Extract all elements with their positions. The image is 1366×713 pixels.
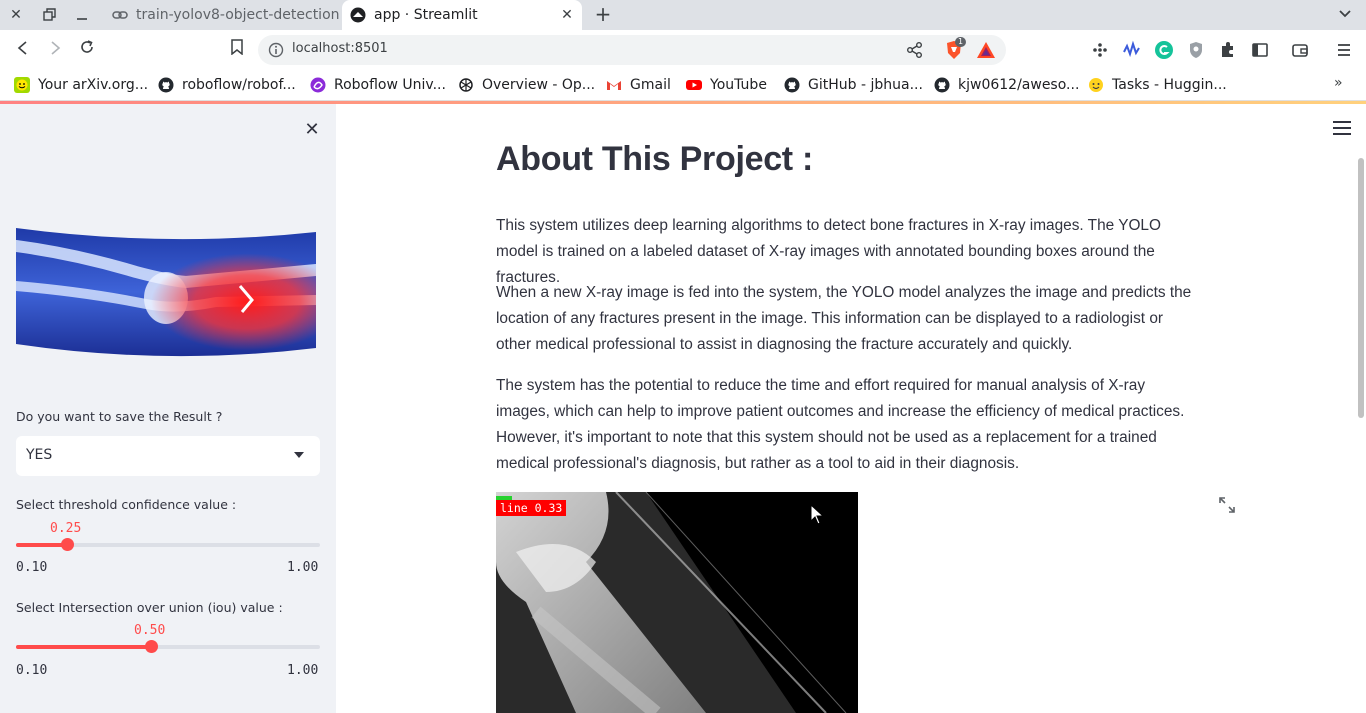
restore-window-icon[interactable] (40, 5, 60, 25)
grammarly-icon[interactable] (1154, 40, 1174, 60)
forward-icon[interactable] (44, 39, 66, 61)
shields-badge: 1 (955, 37, 967, 47)
share-icon[interactable] (906, 41, 924, 59)
iou-value: 0.50 (134, 623, 166, 638)
menu-icon[interactable] (1334, 40, 1354, 60)
extension-dots-icon[interactable] (1090, 40, 1110, 60)
selected-value: YES (26, 447, 53, 463)
tab-train-yolov8[interactable]: train-yolov8-object-detection (104, 0, 340, 30)
openai-icon (459, 78, 473, 92)
slider-fill (16, 543, 67, 547)
smiley-icon (14, 77, 30, 93)
scrollbar[interactable] (1358, 158, 1364, 418)
paragraph-workflow: When a new X-ray image is fed into the s… (496, 284, 1192, 353)
github-icon (158, 77, 174, 93)
bookmark-label: Your arXiv.org... (38, 77, 149, 93)
bookmark-label: Roboflow Univ... (334, 77, 446, 93)
waveform-extension-icon[interactable] (1122, 40, 1142, 60)
bookmark-huggingface-tasks[interactable]: Tasks - Huggin... (1088, 75, 1227, 95)
chevron-down-icon[interactable] (1334, 4, 1356, 26)
bookmarks-bar: Your arXiv.org... roboflow/robof... Robo… (0, 69, 1366, 101)
bookmark-label: YouTube (710, 77, 767, 93)
rewards-icon[interactable] (976, 41, 996, 59)
close-sidebar-icon[interactable]: ✕ (302, 120, 322, 140)
close-window-icon[interactable]: ✕ (6, 5, 26, 25)
slider-thumb[interactable] (61, 538, 74, 551)
back-icon[interactable] (12, 39, 34, 61)
brave-shields-icon[interactable]: 1 (944, 37, 967, 60)
browser-toolbar: localhost:8501 1 (0, 30, 1366, 69)
iou-label: Select Intersection over union (iou) val… (16, 600, 283, 615)
main-content: About This Project : This system utilize… (336, 104, 1366, 713)
tab-strip: ✕ train-yolov8-object-detection app · St… (0, 0, 1366, 30)
bookmark-label: Overview - Op... (482, 77, 596, 93)
mouse-cursor-icon (810, 504, 825, 525)
slider-thumb[interactable] (145, 640, 158, 653)
site-info-icon[interactable] (268, 42, 284, 58)
url-text: localhost:8501 (292, 41, 388, 56)
bookmark-gmail[interactable]: Gmail (606, 75, 671, 95)
bookmark-youtube[interactable]: YouTube (686, 75, 767, 95)
threshold-slider[interactable] (16, 538, 320, 551)
close-tab-icon[interactable]: ✕ (558, 6, 576, 24)
wallet-icon[interactable] (1290, 40, 1310, 60)
fullscreen-icon[interactable] (1218, 496, 1236, 514)
threshold-max: 1.00 (287, 560, 319, 575)
slider-fill (16, 645, 151, 649)
detection-label: line 0.33 (496, 500, 567, 516)
github-icon (934, 77, 950, 93)
bookmark-kjw0612[interactable]: kjw0612/aweso... (934, 75, 1079, 95)
bookmark-label: roboflow/robof... (182, 77, 296, 93)
threshold-label: Select threshold confidence value : (16, 497, 237, 512)
puzzle-extensions-icon[interactable] (1218, 40, 1238, 60)
bookmark-label: Tasks - Huggin... (1112, 77, 1227, 93)
iou-slider[interactable] (16, 640, 320, 653)
detection-result-image: line 0.33 (496, 492, 858, 713)
bookmark-label: GitHub - jbhua... (808, 77, 923, 93)
bookmark-roboflow-universe[interactable]: Roboflow Univ... (310, 75, 446, 95)
bone-xray-image (16, 226, 316, 378)
save-result-select[interactable]: YES (16, 436, 320, 476)
paragraph-benefits: The system has the potential to reduce t… (496, 377, 1185, 472)
threshold-value: 0.25 (50, 521, 82, 536)
iou-min: 0.10 (16, 663, 48, 678)
streamlit-icon (350, 7, 366, 23)
page-title: About This Project : (496, 140, 814, 178)
reload-icon[interactable] (76, 39, 98, 61)
tab-streamlit-app[interactable]: app · Streamlit ✕ (342, 0, 582, 30)
chevron-double-right-icon[interactable]: » (1334, 75, 1343, 91)
youtube-icon (686, 80, 702, 90)
sidebar: ✕ Do you want to save the Result ? YES S… (0, 104, 336, 713)
gmail-icon (607, 81, 621, 90)
tab-title: train-yolov8-object-detection (136, 7, 340, 23)
github-icon (784, 77, 800, 93)
tab-title: app · Streamlit (374, 7, 478, 23)
bookmark-label: kjw0612/aweso... (958, 77, 1080, 93)
threshold-min: 0.10 (16, 560, 48, 575)
shield-extension-icon[interactable] (1186, 40, 1206, 60)
caret-down-icon (294, 452, 304, 458)
hamburger-menu-icon[interactable] (1332, 120, 1352, 136)
minimize-window-icon[interactable] (72, 5, 92, 25)
bookmark-roboflow-github[interactable]: roboflow/robof... (158, 75, 296, 95)
bookmark-openai-overview[interactable]: Overview - Op... (458, 75, 595, 95)
roboflow-icon (310, 77, 326, 93)
new-tab-icon[interactable]: + (592, 4, 614, 26)
bookmark-icon[interactable] (226, 39, 248, 61)
link-icon (112, 11, 128, 19)
bookmark-github-jbhua[interactable]: GitHub - jbhua... (784, 75, 923, 95)
bookmark-label: Gmail (630, 77, 671, 93)
address-bar[interactable]: localhost:8501 1 (258, 35, 1006, 65)
iou-max: 1.00 (287, 663, 319, 678)
sidebar-toggle-icon[interactable] (1250, 40, 1270, 60)
xray-image (496, 492, 847, 713)
bookmark-arxiv[interactable]: Your arXiv.org... (14, 75, 148, 95)
hugging-face-icon (1089, 78, 1103, 92)
save-result-label: Do you want to save the Result ? (16, 409, 223, 424)
